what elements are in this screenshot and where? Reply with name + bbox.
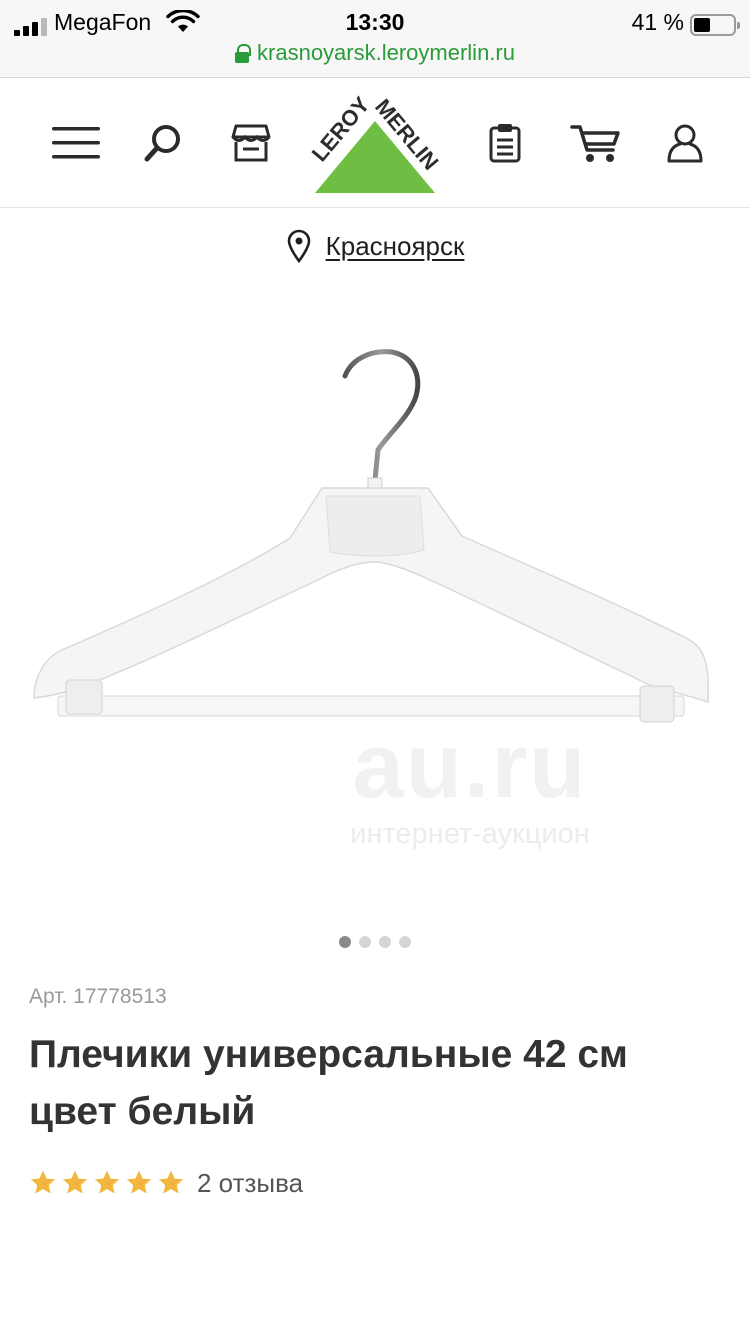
city-name: Красноярск: [325, 230, 465, 261]
store-icon: [231, 124, 271, 162]
logo-icon: LEROY MERLIN: [307, 92, 444, 193]
gallery-pagination: [0, 936, 750, 948]
account-button[interactable]: [660, 79, 710, 207]
menu-icon: [52, 127, 100, 159]
user-icon: [667, 124, 703, 163]
cart-button[interactable]: [566, 79, 626, 207]
watermark: au.ru интернет-аукцион: [310, 720, 630, 851]
search-button[interactable]: [138, 79, 188, 207]
product-rating[interactable]: 2 отзыва: [29, 1163, 303, 1203]
gallery-dot-4[interactable]: [399, 936, 411, 948]
shopping-list-button[interactable]: [482, 79, 528, 207]
star-icon: [62, 1170, 88, 1194]
city-selector[interactable]: Красноярск: [0, 226, 750, 266]
gallery-dot-1[interactable]: [339, 936, 351, 948]
address-bar[interactable]: krasnoyarsk.leroymerlin.ru: [0, 40, 750, 66]
leroy-merlin-logo[interactable]: LEROY MERLIN: [300, 92, 450, 197]
reviews-link[interactable]: 2 отзыва: [197, 1168, 303, 1199]
battery-percentage: 41 %: [631, 9, 684, 35]
star-icon: [126, 1170, 152, 1194]
gallery-dot-2[interactable]: [359, 936, 371, 948]
stores-button[interactable]: [226, 79, 276, 207]
star-icon: [94, 1170, 120, 1194]
location-pin-icon: [287, 229, 310, 263]
lock-icon: [235, 44, 252, 63]
product-article: Арт. 17778513: [29, 985, 167, 1008]
star-icon: [30, 1170, 56, 1194]
star-icon: [158, 1170, 184, 1194]
gallery-dot-3[interactable]: [379, 936, 391, 948]
rating-stars: [29, 1169, 185, 1197]
battery-icon: [690, 14, 740, 36]
site-header: LEROY MERLIN: [0, 79, 750, 208]
product-title: Плечики универсальные 42 см цвет белый: [29, 1033, 628, 1133]
status-bar: MegaFon 13:30 41 % krasnoyarsk.leroymerl…: [0, 0, 750, 78]
clipboard-icon: [489, 124, 521, 163]
watermark-caption: интернет-аукцион: [350, 818, 590, 850]
cart-icon: [570, 125, 620, 162]
url-text: krasnoyarsk.leroymerlin.ru: [257, 40, 515, 65]
menu-button[interactable]: [48, 79, 104, 207]
search-icon: [144, 125, 180, 162]
watermark-logo: au.ru: [352, 715, 588, 817]
